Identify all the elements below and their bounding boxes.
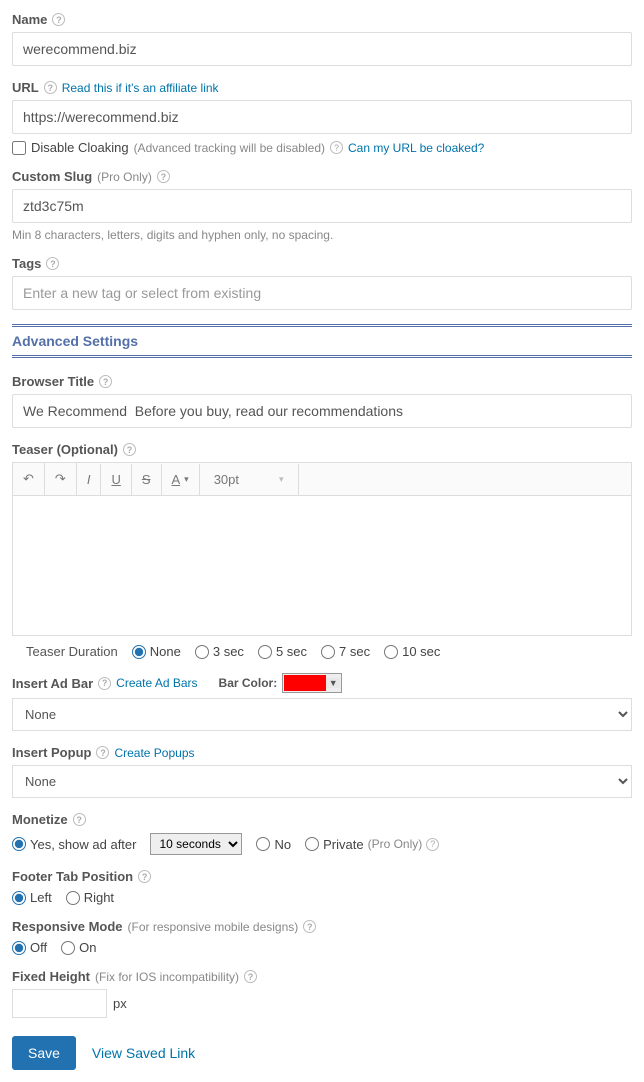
font-size-select[interactable]: 30pt▾ bbox=[200, 464, 299, 495]
responsive-note: (For responsive mobile designs) bbox=[128, 920, 299, 934]
help-icon[interactable]: ? bbox=[303, 920, 316, 933]
responsive-label: Responsive Mode bbox=[12, 919, 123, 934]
editor-toolbar: ↶ ↷ I U S A ▾ 30pt▾ bbox=[12, 462, 632, 496]
tags-label: Tags bbox=[12, 256, 41, 271]
name-label: Name bbox=[12, 12, 47, 27]
monetize-private[interactable] bbox=[305, 837, 319, 851]
view-saved-link[interactable]: View Saved Link bbox=[92, 1045, 195, 1061]
italic-button[interactable]: I bbox=[77, 464, 102, 495]
help-icon[interactable]: ? bbox=[426, 838, 439, 851]
tags-input[interactable] bbox=[12, 276, 632, 310]
teaser-duration-7[interactable] bbox=[321, 645, 335, 659]
create-popups-link[interactable]: Create Popups bbox=[114, 746, 194, 760]
help-icon[interactable]: ? bbox=[98, 677, 111, 690]
text-color-button[interactable]: A ▾ bbox=[162, 464, 200, 495]
slug-pro: (Pro Only) bbox=[97, 170, 152, 184]
monetize-label: Monetize bbox=[12, 812, 68, 827]
help-icon[interactable]: ? bbox=[99, 375, 112, 388]
footer-tab-left[interactable] bbox=[12, 891, 26, 905]
popup-select[interactable]: None bbox=[12, 765, 632, 798]
chevron-down-icon: ▼ bbox=[326, 678, 340, 688]
bar-color-label: Bar Color: bbox=[219, 676, 278, 690]
teaser-duration-none[interactable] bbox=[132, 645, 146, 659]
help-icon[interactable]: ? bbox=[44, 81, 57, 94]
fixed-height-input[interactable] bbox=[12, 989, 107, 1018]
disable-cloaking-label: Disable Cloaking bbox=[31, 140, 129, 155]
color-swatch-icon bbox=[284, 675, 326, 691]
disable-cloaking-checkbox[interactable] bbox=[12, 141, 26, 155]
slug-input[interactable] bbox=[12, 189, 632, 223]
strikethrough-button[interactable]: S bbox=[132, 464, 162, 495]
browser-title-label: Browser Title bbox=[12, 374, 94, 389]
adbar-label: Insert Ad Bar bbox=[12, 676, 93, 691]
help-icon[interactable]: ? bbox=[330, 141, 343, 154]
footer-tab-right[interactable] bbox=[66, 891, 80, 905]
help-icon[interactable]: ? bbox=[244, 970, 257, 983]
monetize-no[interactable] bbox=[256, 837, 270, 851]
responsive-off[interactable] bbox=[12, 941, 26, 955]
affiliate-link[interactable]: Read this if it's an affiliate link bbox=[62, 81, 219, 95]
fixed-height-label: Fixed Height bbox=[12, 969, 90, 984]
teaser-duration-3[interactable] bbox=[195, 645, 209, 659]
url-input[interactable] bbox=[12, 100, 632, 134]
undo-icon[interactable]: ↶ bbox=[13, 463, 45, 495]
slug-hint: Min 8 characters, letters, digits and hy… bbox=[12, 228, 632, 242]
help-icon[interactable]: ? bbox=[96, 746, 109, 759]
teaser-editor[interactable] bbox=[12, 496, 632, 636]
help-icon[interactable]: ? bbox=[73, 813, 86, 826]
monetize-yes[interactable] bbox=[12, 837, 26, 851]
underline-button[interactable]: U bbox=[101, 464, 131, 495]
monetize-delay-select[interactable]: 10 seconds bbox=[150, 833, 242, 855]
name-input[interactable] bbox=[12, 32, 632, 66]
cloak-link[interactable]: Can my URL be cloaked? bbox=[348, 141, 484, 155]
save-button[interactable]: Save bbox=[12, 1036, 76, 1070]
browser-title-input[interactable] bbox=[12, 394, 632, 428]
teaser-duration-10[interactable] bbox=[384, 645, 398, 659]
slug-label: Custom Slug bbox=[12, 169, 92, 184]
url-label: URL bbox=[12, 80, 39, 95]
advanced-settings-title: Advanced Settings bbox=[12, 333, 632, 349]
bar-color-picker[interactable]: ▼ bbox=[282, 673, 342, 693]
teaser-label: Teaser (Optional) bbox=[12, 442, 118, 457]
help-icon[interactable]: ? bbox=[52, 13, 65, 26]
help-icon[interactable]: ? bbox=[123, 443, 136, 456]
help-icon[interactable]: ? bbox=[157, 170, 170, 183]
teaser-duration-5[interactable] bbox=[258, 645, 272, 659]
redo-icon[interactable]: ↷ bbox=[45, 463, 77, 495]
popup-label: Insert Popup bbox=[12, 745, 91, 760]
disable-cloaking-note: (Advanced tracking will be disabled) bbox=[134, 141, 325, 155]
teaser-duration-label: Teaser Duration bbox=[26, 644, 118, 659]
create-adbars-link[interactable]: Create Ad Bars bbox=[116, 676, 197, 690]
footer-tab-label: Footer Tab Position bbox=[12, 869, 133, 884]
fixed-height-unit: px bbox=[113, 996, 127, 1011]
fixed-height-note: (Fix for IOS incompatibility) bbox=[95, 970, 239, 984]
help-icon[interactable]: ? bbox=[46, 257, 59, 270]
help-icon[interactable]: ? bbox=[138, 870, 151, 883]
adbar-select[interactable]: None bbox=[12, 698, 632, 731]
responsive-on[interactable] bbox=[61, 941, 75, 955]
